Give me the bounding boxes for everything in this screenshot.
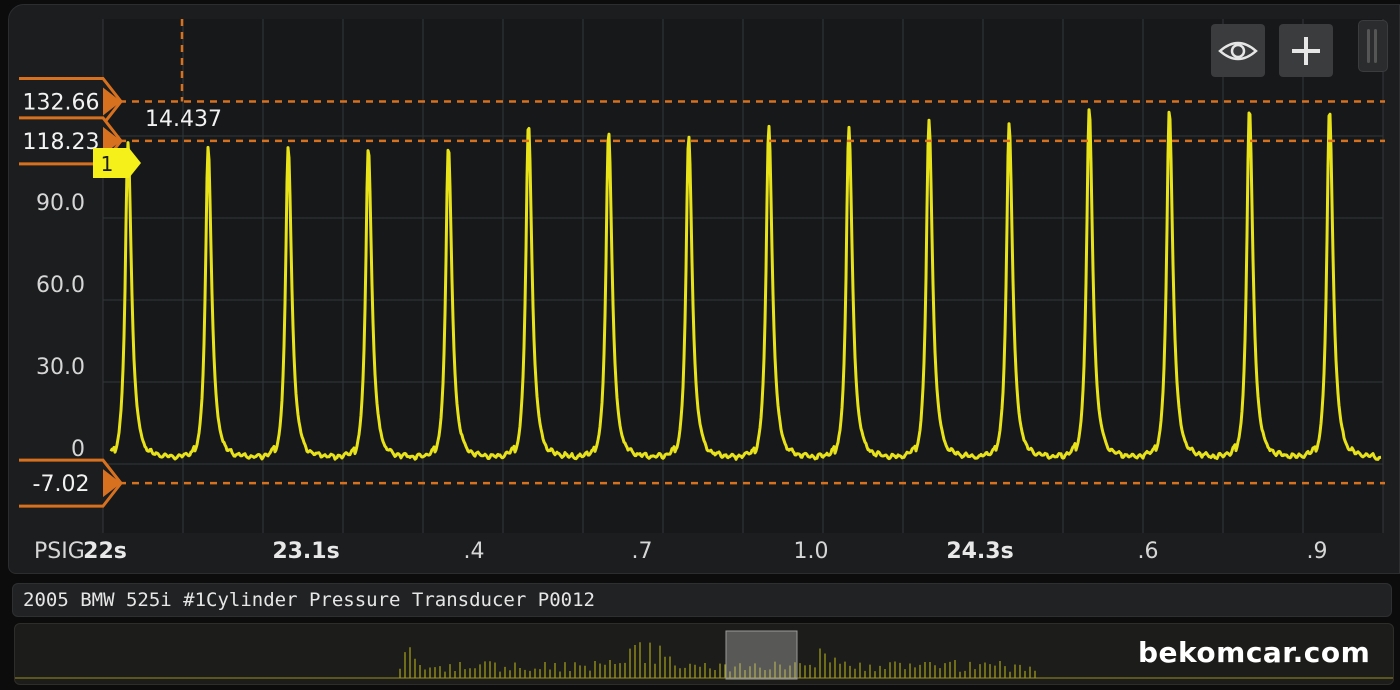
scope-panel[interactable]: 90.0 60.0 30.0 0 22s 23.1s .4 .7 1.0 24.3s .6 .9 PSI… xyxy=(8,4,1400,574)
x-tick-label: .4 xyxy=(464,539,485,564)
grip-line xyxy=(1374,29,1377,63)
x-tick-label: 1.0 xyxy=(794,539,829,564)
scope-chart[interactable]: 90.0 60.0 30.0 0 22s 23.1s .4 .7 1.0 24.3s .6 .9 PSI… xyxy=(9,5,1400,575)
cursor-tag-lower-value: -7.02 xyxy=(33,472,90,497)
watermark: bekomcar.com xyxy=(1138,636,1371,669)
cursor-delta-readout: 14.437 xyxy=(145,107,222,132)
unit-label: PSIG xyxy=(34,539,85,564)
side-panel-handle[interactable] xyxy=(1358,20,1388,72)
y-tick-label: 0 xyxy=(71,437,85,462)
grip-line xyxy=(1367,29,1370,63)
channel-title: 2005 BMW 525i #1Cylinder Pressure Transd… xyxy=(23,589,595,611)
visibility-toggle-button[interactable] xyxy=(1211,24,1265,77)
y-tick-label: 60.0 xyxy=(36,273,85,298)
x-tick-label: .7 xyxy=(632,539,653,564)
add-channel-button[interactable] xyxy=(1279,24,1333,77)
x-tick-label: .9 xyxy=(1307,539,1328,564)
cursor-tag-upper-value: 132.66 xyxy=(23,90,100,115)
x-tick-label: 24.3s xyxy=(946,539,1013,564)
cursor-tag-middle-value: 118.23 xyxy=(23,130,100,155)
overview-trace xyxy=(399,642,1036,678)
y-tick-label: 30.0 xyxy=(36,355,85,380)
plus-icon xyxy=(1292,36,1320,65)
eye-icon xyxy=(1218,41,1258,60)
x-tick-label: 22s xyxy=(83,539,127,564)
channel-marker-label: 1 xyxy=(101,152,114,176)
x-tick-label: 23.1s xyxy=(272,539,339,564)
x-tick-label: .6 xyxy=(1138,539,1159,564)
overview-viewport-window[interactable] xyxy=(725,630,798,680)
cursor-tag-lower[interactable]: -7.02 xyxy=(19,458,123,508)
channel-title-bar: 2005 BMW 525i #1Cylinder Pressure Transd… xyxy=(12,583,1392,617)
y-tick-label: 90.0 xyxy=(36,191,85,216)
